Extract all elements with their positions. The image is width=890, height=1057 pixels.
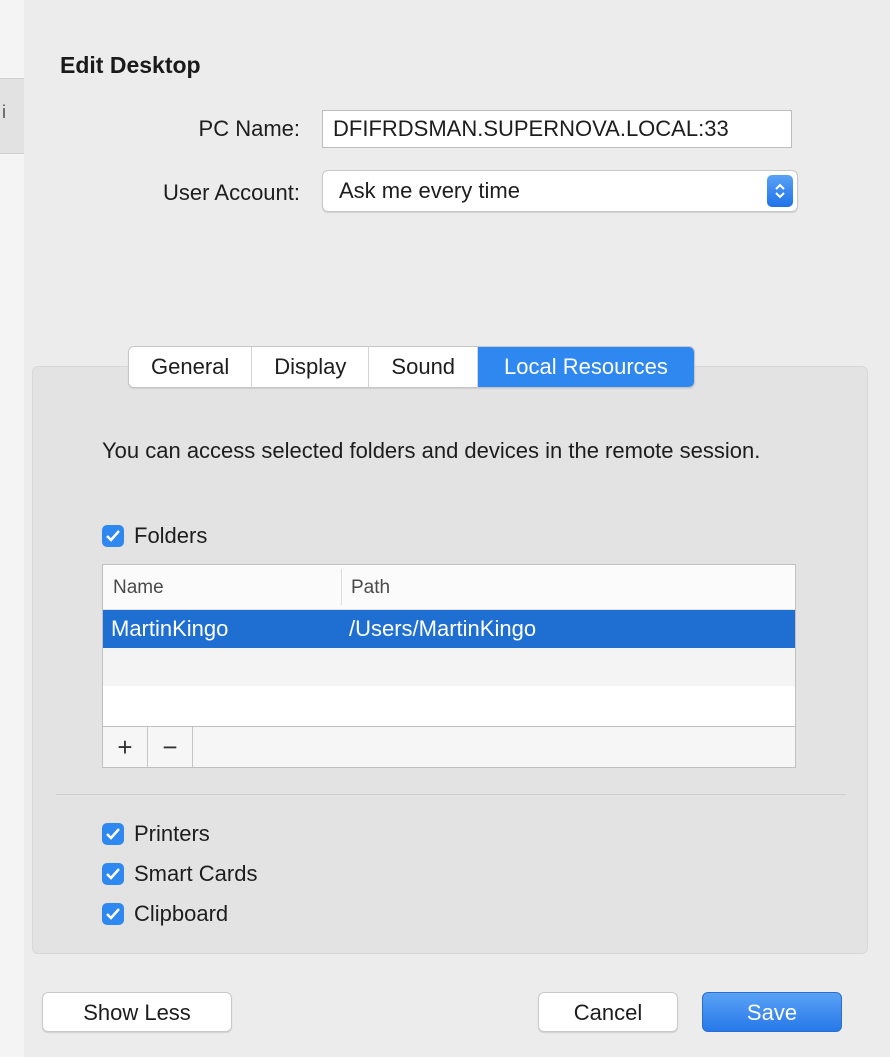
smart-cards-checkbox[interactable] xyxy=(102,863,124,885)
folders-checkbox[interactable] xyxy=(102,525,124,547)
tab-local-resources[interactable]: Local Resources xyxy=(478,347,694,387)
clipboard-label: Clipboard xyxy=(134,901,229,926)
printers-label: Printers xyxy=(134,821,210,846)
pc-name-label: PC Name: xyxy=(198,116,300,141)
add-folder-button[interactable]: + xyxy=(103,727,148,767)
save-button[interactable]: Save xyxy=(702,992,842,1032)
pc-name-field[interactable]: DFIFRDSMAN.SUPERNOVA.LOCAL:33 xyxy=(322,110,792,148)
section-divider xyxy=(56,794,846,795)
user-account-select[interactable]: Ask me every time xyxy=(322,170,798,212)
empty-row xyxy=(103,648,795,686)
printers-checkbox[interactable] xyxy=(102,823,124,845)
cancel-button[interactable]: Cancel xyxy=(538,992,678,1032)
row-path: /Users/MartinKingo xyxy=(349,616,537,641)
column-divider xyxy=(341,569,342,605)
table-header: Name Path xyxy=(103,565,795,610)
edit-desktop-sheet: Edit Desktop PC Name: DFIFRDSMAN.SUPERNO… xyxy=(24,0,890,1057)
tab-bar: General Display Sound Local Resources xyxy=(128,346,695,388)
tab-display[interactable]: Display xyxy=(252,347,370,387)
background-window: i xyxy=(0,0,25,1057)
column-header-name[interactable]: Name xyxy=(113,577,164,599)
dialog-title: Edit Desktop xyxy=(60,52,201,78)
smart-cards-checkbox-row[interactable]: Smart Cards xyxy=(102,860,257,888)
empty-row xyxy=(103,686,795,724)
column-header-path[interactable]: Path xyxy=(351,577,390,599)
folders-label: Folders xyxy=(134,523,208,548)
local-resources-description: You can access selected folders and devi… xyxy=(102,438,761,463)
row-name: MartinKingo xyxy=(111,616,229,641)
folders-checkbox-row[interactable]: Folders xyxy=(102,522,207,550)
tab-sound[interactable]: Sound xyxy=(369,347,479,387)
smart-cards-label: Smart Cards xyxy=(134,861,258,886)
background-window-fragment: i xyxy=(2,102,6,122)
user-account-value: Ask me every time xyxy=(339,178,520,203)
user-account-label: User Account: xyxy=(163,180,300,205)
folders-table: Name Path MartinKingo /Users/MartinKingo… xyxy=(102,564,796,768)
show-less-button[interactable]: Show Less xyxy=(42,992,232,1032)
select-stepper-icon xyxy=(767,175,793,207)
table-row[interactable]: MartinKingo /Users/MartinKingo xyxy=(103,610,795,648)
tab-general[interactable]: General xyxy=(129,347,253,387)
remove-folder-button[interactable]: − xyxy=(148,727,193,767)
table-footer: + − xyxy=(103,726,795,767)
printers-checkbox-row[interactable]: Printers xyxy=(102,820,210,848)
clipboard-checkbox[interactable] xyxy=(102,903,124,925)
clipboard-checkbox-row[interactable]: Clipboard xyxy=(102,900,228,928)
